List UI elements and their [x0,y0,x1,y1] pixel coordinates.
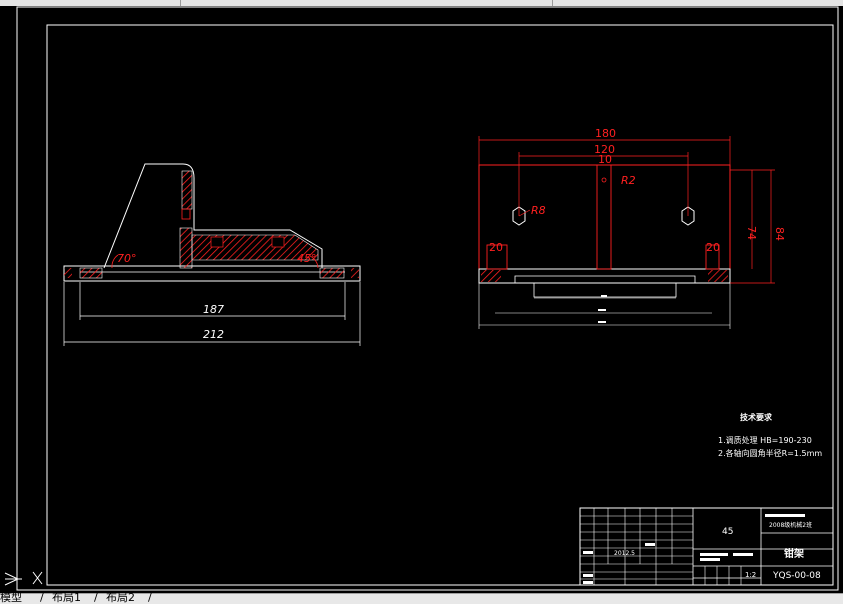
front-base-hatch-right [708,270,728,282]
title-block-grid [580,508,742,585]
dim-bottom-3-mark [598,321,606,323]
angle-label-left: 70° [117,252,137,265]
center-slot [596,164,612,270]
dim-bottom-2-mark [598,309,606,311]
sheet-outer-border [16,6,839,591]
tech-requirements[interactable]: 技术要求 1.调质处理 HB=190-230 2.各轴向圆角半径R=1.5mm [718,412,822,458]
jaw-hatch-top [181,170,193,210]
tab-separator: / [148,591,152,604]
dim-20-left-label: 20 [489,241,503,254]
tech-heading: 技术要求 [740,412,773,422]
title-block[interactable]: 2012.5 45 2008级机械2班 钳架 1:2 YQS-00-08 [579,507,834,586]
tb-part-name: 钳架 [784,547,804,560]
angle-label-right: 45° [297,252,317,265]
jaw-slot [181,208,191,220]
radius-r8-label: R8 [531,204,546,217]
arm-slot-1 [210,236,224,248]
dim-180-label: 180 [595,127,616,140]
front-base-hatch-left [481,270,501,282]
tab-layout-1[interactable]: 布局1 [52,592,81,604]
tech-line-1: 1.调质处理 HB=190-230 [718,435,812,445]
center-hole [601,177,607,183]
side-view[interactable]: 70° 45° 187 212 [63,163,361,346]
front-body [478,164,731,270]
dim-74-label: 74 [745,226,758,240]
dim-84-label: 84 [773,227,786,241]
front-view[interactable]: 180 120 10 R2 R8 20 20 74 84 [478,127,786,329]
base-hatch-right [319,267,345,279]
dim-20-right-label: 20 [706,241,720,254]
tab-model[interactable]: 模型 [0,592,22,604]
dim-187-label: 187 [203,303,224,316]
sheet-inner-border [46,24,834,586]
jaw-hatch-bottom [179,227,193,269]
tb-material: 45 [722,527,733,537]
tb-school: 2008级机械2班 [769,521,812,529]
dim-10-label: 10 [598,153,612,166]
dim-bottom-1-mark [601,295,607,297]
base-hatch-end-right [351,268,359,278]
base-hatch-end-left [64,268,72,278]
front-slot-bottom [533,283,677,298]
tb-date: 2012.5 [614,550,635,557]
layout-tab-bar: 模型 / 布局1 / 布局2 / [0,591,843,604]
tb-drawing-no: YQS-00-08 [772,571,821,581]
dim-212-label: 212 [203,328,224,341]
tb-scale: 1:2 [745,571,756,579]
base-plate [63,265,361,282]
tab-separator: / [40,591,44,604]
front-base-recess [514,275,696,283]
radius-r2-label: R2 [621,174,636,187]
tab-separator: / [94,591,98,604]
ucs-icon [4,571,43,586]
tech-line-2: 2.各轴向圆角半径R=1.5mm [718,448,822,458]
arm-slot-2 [271,236,285,248]
drawing-canvas[interactable]: 70° 45° 187 212 180 120 10 R2 R8 20 20 7… [0,6,843,593]
base-hatch-left [79,267,103,279]
tab-layout-2[interactable]: 布局2 [106,592,135,604]
tb-school-top [765,514,805,517]
